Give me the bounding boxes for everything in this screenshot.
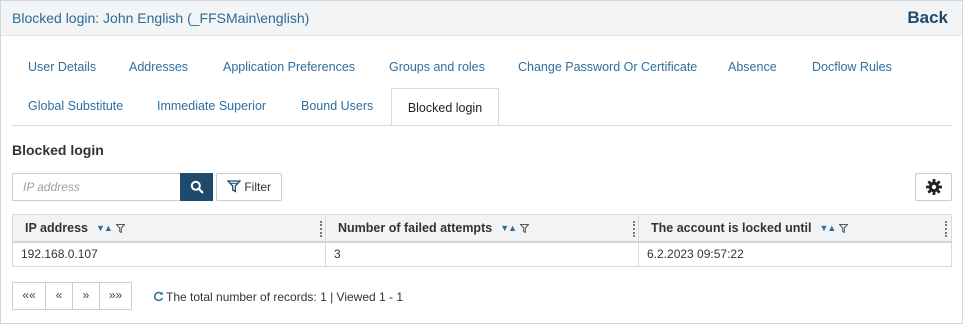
sort-icon[interactable]: ▼▲ [96, 215, 113, 242]
filter-button-label: Filter [244, 180, 271, 194]
tab-docflow-rules[interactable]: Docflow Rules [812, 48, 892, 86]
blocked-login-table: IP address ▼▲ Number of failed attempts ▼▲… [12, 214, 952, 267]
back-button[interactable]: Back [907, 8, 948, 28]
tab-global-substitute[interactable]: Global Substitute [28, 87, 123, 125]
column-header-failed-attempts[interactable]: Number of failed attempts ▼▲ [326, 215, 638, 243]
column-filter-icon[interactable] [115, 224, 125, 233]
column-header-label: The account is locked until [651, 221, 812, 235]
tab-immediate-superior[interactable]: Immediate Superior [157, 87, 266, 125]
column-filter-icon[interactable] [839, 224, 849, 233]
column-filter-icon[interactable] [520, 224, 530, 233]
previous-page-button[interactable]: « [46, 283, 73, 309]
section-title: Blocked login [12, 142, 104, 158]
tab-absence[interactable]: Absence [728, 48, 777, 86]
blocked-login-panel: Blocked login: John English (_FFSMain\en… [0, 0, 963, 324]
ip-address-search-input[interactable] [12, 173, 181, 201]
column-resize-handle[interactable] [633, 221, 635, 237]
refresh-icon[interactable] [153, 291, 164, 302]
page-title: Blocked login: John English (_FFSMain\en… [12, 10, 310, 26]
records-status: The total number of records: 1 | Viewed … [153, 290, 403, 304]
tab-user-details[interactable]: User Details [28, 48, 96, 86]
pagination: «« « » »» [12, 282, 132, 310]
column-header-locked-until[interactable]: The account is locked until ▼▲ [639, 215, 951, 243]
tab-change-password[interactable]: Change Password Or Certificate [518, 48, 697, 86]
column-resize-handle[interactable] [945, 221, 947, 237]
tab-blocked-login[interactable]: Blocked login [391, 88, 499, 126]
table-cell-ip-address[interactable]: 192.168.0.107 [13, 243, 325, 266]
table-cell-failed-attempts[interactable]: 3 [326, 243, 638, 266]
tab-addresses[interactable]: Addresses [129, 48, 188, 86]
last-page-button[interactable]: »» [100, 283, 131, 309]
tab-application-preferences[interactable]: Application Preferences [223, 48, 355, 86]
table-cell-locked-until[interactable]: 6.2.2023 09:57:22 [639, 243, 951, 266]
column-resize-handle[interactable] [320, 221, 322, 237]
column-header-label: IP address [25, 221, 89, 235]
records-status-text: The total number of records: 1 | Viewed … [166, 290, 404, 304]
settings-button[interactable] [915, 173, 952, 201]
tab-groups-and-roles[interactable]: Groups and roles [389, 48, 485, 86]
search-button[interactable] [180, 173, 213, 201]
filter-button[interactable]: Filter [216, 173, 282, 201]
panel-header: Blocked login: John English (_FFSMain\en… [1, 1, 962, 36]
tabs-divider [12, 125, 952, 126]
gear-icon [925, 179, 942, 195]
column-header-label: Number of failed attempts [338, 221, 493, 235]
first-page-button[interactable]: «« [13, 283, 46, 309]
tab-bound-users[interactable]: Bound Users [301, 87, 373, 125]
funnel-icon [226, 180, 242, 193]
next-page-button[interactable]: » [73, 283, 100, 309]
sort-icon[interactable]: ▼▲ [819, 215, 836, 242]
sort-icon[interactable]: ▼▲ [500, 215, 517, 242]
search-icon [190, 180, 203, 194]
column-header-ip-address[interactable]: IP address ▼▲ [13, 215, 325, 243]
